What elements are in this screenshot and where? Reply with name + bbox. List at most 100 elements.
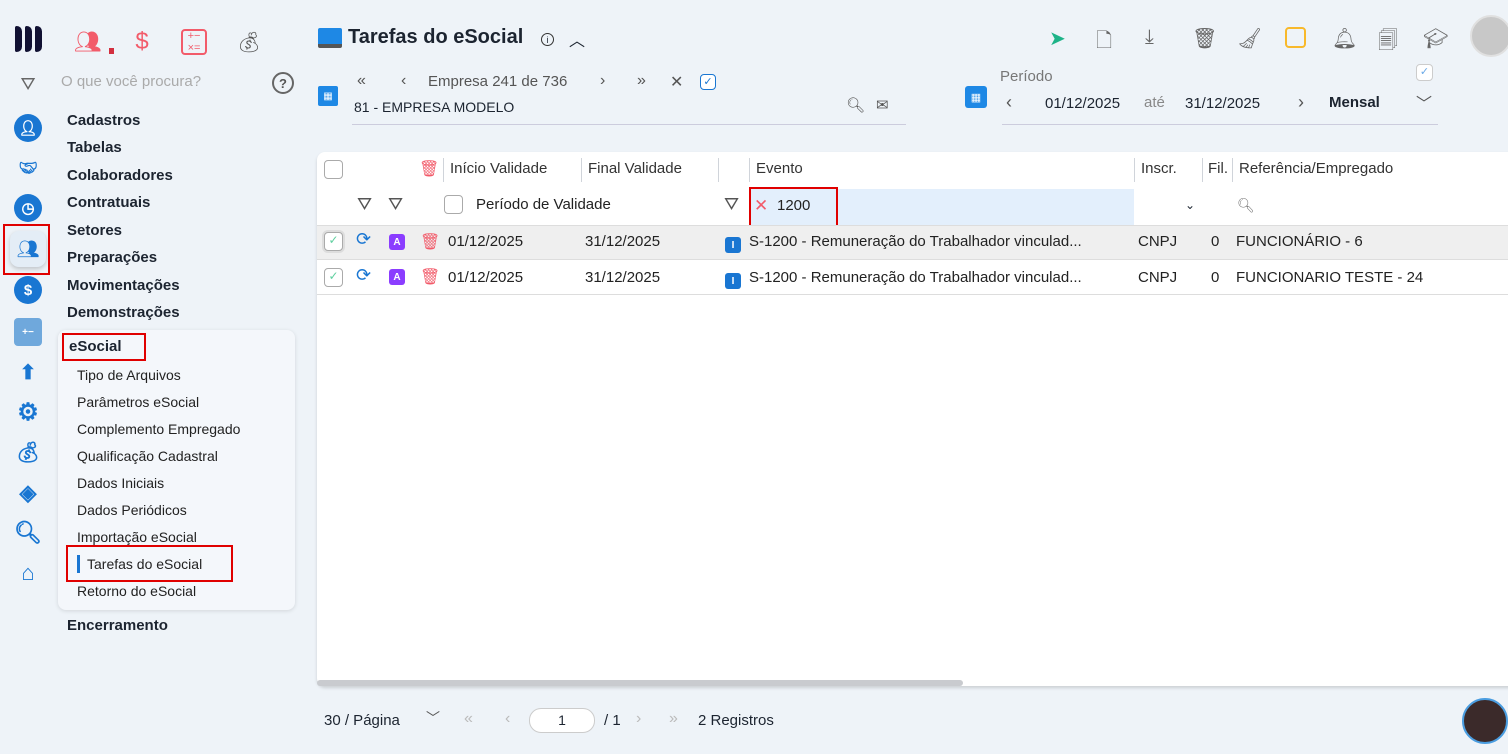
highlight-tarefas bbox=[66, 545, 233, 582]
ref-cell: FUNCIONÁRIO - 6 bbox=[1236, 233, 1363, 250]
calculator-icon[interactable]: +− ×= bbox=[181, 29, 207, 55]
menu-demonstracoes[interactable]: Demonstrações bbox=[67, 304, 180, 321]
horizontal-scrollbar[interactable] bbox=[317, 680, 963, 686]
inscr-filter-dropdown[interactable]: ⌄ bbox=[1185, 198, 1195, 212]
search-input[interactable]: O que você procura? bbox=[61, 73, 201, 90]
select-all-checkbox[interactable] bbox=[324, 160, 343, 179]
row-delete-icon[interactable]: 🗑︎ bbox=[420, 267, 440, 287]
submenu-parametros[interactable]: Parâmetros eSocial bbox=[77, 394, 199, 410]
col-referencia[interactable]: Referência/Empregado bbox=[1239, 160, 1393, 177]
company-search-icon[interactable]: 🔍︎ bbox=[846, 96, 865, 114]
trash-icon[interactable]: 🗑︎ bbox=[1192, 26, 1217, 51]
ref-search-icon[interactable]: 🔍︎ bbox=[1237, 197, 1255, 214]
menu-tabelas[interactable]: Tabelas bbox=[67, 139, 122, 156]
filter-icon[interactable]: ⛛ bbox=[357, 194, 372, 215]
col-final[interactable]: Final Validade bbox=[588, 160, 682, 177]
prev-period-button[interactable]: ‹ bbox=[1006, 92, 1012, 113]
graduation-cap-icon[interactable]: 🎓︎ bbox=[1423, 26, 1448, 51]
submenu-retorno[interactable]: Retorno do eSocial bbox=[77, 583, 196, 599]
menu-setores[interactable]: Setores bbox=[67, 222, 122, 239]
date-to[interactable]: 31/12/2025 bbox=[1185, 95, 1260, 112]
logo[interactable] bbox=[15, 26, 43, 54]
note-icon[interactable] bbox=[1285, 27, 1306, 48]
gear-icon[interactable]: ⚙ bbox=[14, 398, 42, 426]
next-company-button[interactable]: › bbox=[600, 72, 605, 90]
evento-cell: S-1200 - Remuneração do Trabalhador vinc… bbox=[749, 233, 1082, 250]
submenu-dados-periodicos[interactable]: Dados Periódicos bbox=[77, 502, 187, 518]
submenu-dados-iniciais[interactable]: Dados Iniciais bbox=[77, 475, 164, 491]
period-type-select[interactable]: Mensal bbox=[1329, 94, 1380, 111]
menu-movimentacoes[interactable]: Movimentações bbox=[67, 277, 180, 294]
menu-encerramento[interactable]: Encerramento bbox=[67, 617, 168, 634]
chevron-down-icon[interactable]: ﹀ bbox=[426, 708, 440, 728]
handshake-icon[interactable]: 🤝︎ bbox=[14, 154, 42, 182]
chevron-up-icon[interactable]: ︿ bbox=[566, 28, 588, 50]
money-bag-icon[interactable]: 💰︎ bbox=[235, 28, 263, 56]
submenu-qualificacao[interactable]: Qualificação Cadastral bbox=[77, 448, 218, 464]
periodo-checkbox[interactable]: ✓ bbox=[1416, 64, 1433, 81]
filter-icon[interactable]: ⛛ bbox=[724, 194, 739, 215]
prev-page-button[interactable]: ‹ bbox=[505, 710, 510, 728]
page-title: Tarefas do eSocial bbox=[348, 26, 524, 48]
per-page-select[interactable]: 30 / Página bbox=[324, 712, 400, 729]
col-inicio[interactable]: Início Validade bbox=[450, 160, 547, 177]
row-delete-icon[interactable]: 🗑︎ bbox=[420, 232, 440, 252]
first-page-button[interactable]: « bbox=[464, 710, 473, 728]
last-company-button[interactable]: » bbox=[637, 72, 646, 90]
empresa-de: de bbox=[521, 73, 539, 90]
col-sep bbox=[718, 158, 719, 182]
home-icon[interactable]: ⌂ bbox=[14, 559, 42, 587]
help-icon[interactable]: ? bbox=[272, 72, 294, 94]
last-page-button[interactable]: » bbox=[669, 710, 678, 728]
report-search-icon[interactable]: 🗐 bbox=[1378, 26, 1398, 60]
bell-icon[interactable]: 🔔︎ bbox=[1332, 26, 1357, 51]
layers-icon[interactable]: ◈ bbox=[14, 479, 42, 507]
avatar[interactable] bbox=[1470, 15, 1508, 57]
menu-preparacoes[interactable]: Preparações bbox=[67, 249, 157, 266]
assistant-avatar[interactable] bbox=[1462, 698, 1508, 744]
company-checkbox[interactable]: ✓ bbox=[700, 74, 716, 90]
filter-icon[interactable]: ⛛ bbox=[16, 72, 40, 96]
empresa-name[interactable]: 81 - EMPRESA MODELO bbox=[354, 99, 514, 115]
first-company-button[interactable]: « bbox=[357, 72, 366, 90]
next-page-button[interactable]: › bbox=[636, 710, 641, 728]
broom-icon[interactable]: 🧹︎ bbox=[1237, 26, 1262, 51]
mail-icon[interactable]: ✉ bbox=[876, 96, 889, 114]
delete-header-icon[interactable]: 🗑︎ bbox=[419, 159, 439, 179]
col-evento[interactable]: Evento bbox=[756, 160, 803, 177]
people-icon[interactable]: 👥︎ bbox=[74, 28, 102, 56]
search-icon[interactable]: 🔍︎ bbox=[14, 519, 42, 547]
dollar-circle-icon[interactable]: $ bbox=[14, 276, 42, 304]
clear-company-button[interactable]: ✕ bbox=[670, 72, 683, 92]
money-bag-icon[interactable]: 💰︎ bbox=[14, 438, 42, 466]
calendar-icon[interactable]: ▦ bbox=[965, 86, 987, 108]
sync-icon[interactable]: ⟳ bbox=[356, 229, 371, 250]
menu-cadastros[interactable]: Cadastros bbox=[67, 112, 140, 129]
info-icon[interactable]: i bbox=[541, 33, 554, 46]
page-input[interactable]: 1 bbox=[529, 708, 595, 733]
submenu-importacao[interactable]: Importação eSocial bbox=[77, 529, 197, 545]
next-period-button[interactable]: › bbox=[1298, 92, 1304, 113]
sync-icon[interactable]: ⟳ bbox=[356, 265, 371, 286]
date-from[interactable]: 01/12/2025 bbox=[1045, 95, 1120, 112]
row-checkbox[interactable]: ✓ bbox=[324, 268, 343, 287]
user-settings-icon[interactable]: 👤︎ bbox=[14, 114, 42, 142]
submenu-complemento[interactable]: Complemento Empregado bbox=[77, 421, 240, 437]
filter-icon[interactable]: ⛛ bbox=[388, 194, 403, 215]
arrow-up-icon[interactable]: ⬆ bbox=[14, 358, 42, 386]
prev-company-button[interactable]: ‹ bbox=[401, 72, 406, 90]
menu-colaboradores[interactable]: Colaboradores bbox=[67, 167, 173, 184]
document-icon[interactable]: 🗋 bbox=[1096, 26, 1112, 60]
chevron-down-icon[interactable]: ﹀ bbox=[1416, 90, 1432, 114]
send-icon[interactable]: ➤ bbox=[1049, 26, 1066, 51]
row-checkbox[interactable]: ✓ bbox=[324, 232, 343, 251]
download-icon[interactable]: ⤓ bbox=[1145, 26, 1154, 49]
periodo-validade-checkbox[interactable] bbox=[444, 195, 463, 214]
calculator-icon[interactable]: +− bbox=[14, 318, 42, 346]
submenu-tipo-arquivos[interactable]: Tipo de Arquivos bbox=[77, 367, 181, 383]
dollar-icon[interactable]: $ bbox=[128, 28, 156, 56]
col-fil[interactable]: Fil. bbox=[1208, 160, 1228, 177]
menu-contratuais[interactable]: Contratuais bbox=[67, 194, 150, 211]
col-inscr[interactable]: Inscr. bbox=[1141, 160, 1177, 177]
clock-icon[interactable]: ◷ bbox=[14, 194, 42, 222]
